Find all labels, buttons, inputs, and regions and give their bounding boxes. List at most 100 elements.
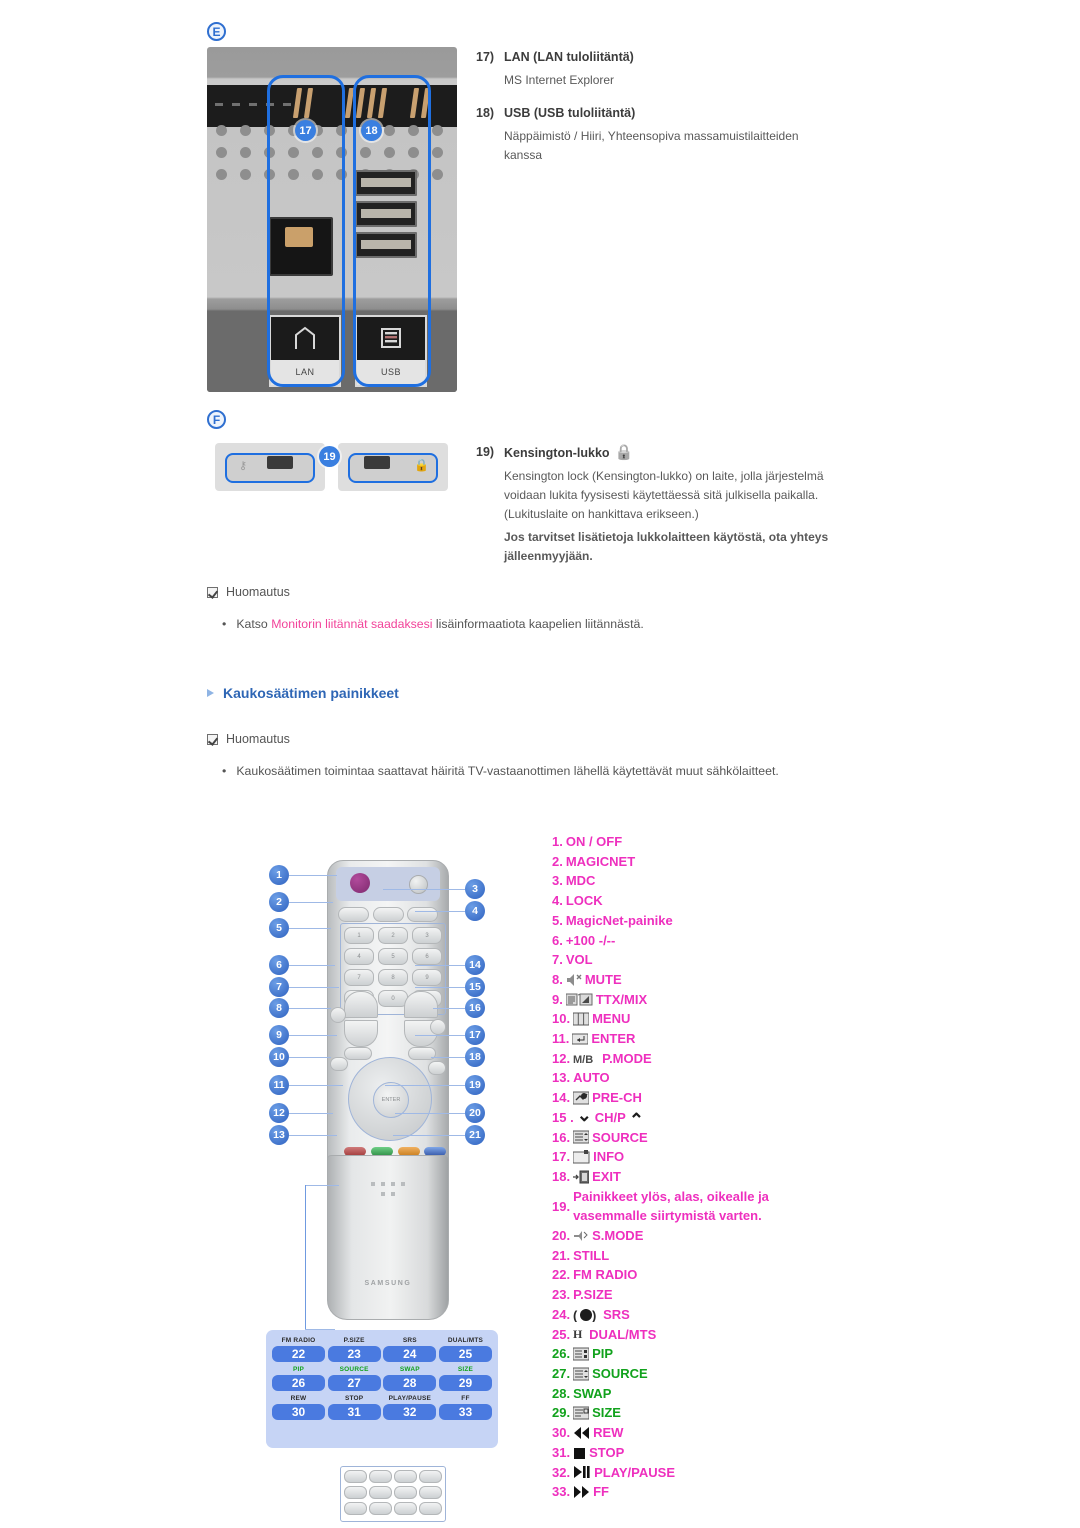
srs-icon: () — [573, 1308, 600, 1322]
source-icon — [573, 1130, 590, 1144]
play-pause-icon — [573, 1465, 591, 1479]
list-item-number: 9. — [552, 991, 563, 1007]
remote-button-list-item: 8. MUTE — [552, 970, 882, 990]
item-title: Kensington-lukko 🔒 — [504, 445, 633, 460]
lan-usb-photo: LAN USB — [207, 47, 457, 392]
list-item-label: MUTE — [584, 971, 622, 987]
remote-callout-1: 1 — [269, 865, 289, 885]
remote-button-list-item: 13. AUTO — [552, 1068, 882, 1088]
list-item-label: CH/P — [594, 1109, 626, 1125]
remote-button-list-item: 18. EXIT — [552, 1167, 882, 1187]
list-item-label: +100 -/-- — [565, 932, 616, 948]
rewind-icon — [573, 1426, 590, 1440]
list-item-number: 26. — [552, 1346, 571, 1362]
menu-icon — [573, 1012, 590, 1026]
legend-number: 25 — [438, 1346, 492, 1362]
remote-button-list-item: 15 . ⌄ CH/P ⌃ — [552, 1104, 644, 1130]
item-number: 18) — [476, 106, 495, 120]
padlock-small-icon-right: 🔒 — [414, 458, 429, 472]
photo-pins-mid — [344, 88, 388, 118]
remote-rockers — [344, 991, 438, 1047]
remote-button-list-item: 7. VOL — [552, 950, 882, 970]
remote-button-list-item: 24.() SRS — [552, 1305, 882, 1325]
remote-button-list-item: 14. PRE-CH — [552, 1088, 882, 1108]
list-item-number: 15 . — [552, 1109, 574, 1125]
remote-callout-6: 6 — [269, 955, 289, 975]
usb-ports — [355, 170, 417, 263]
legend-cell: SWAP 28 — [383, 1366, 437, 1391]
legend-cell: SOURCE 27 — [327, 1366, 381, 1391]
enter-icon — [572, 1032, 589, 1046]
leader-line — [415, 1035, 465, 1036]
list-item-number: 23. — [552, 1287, 571, 1303]
list-item-label: SIZE — [592, 1405, 621, 1421]
list-item-label: STILL — [573, 1247, 610, 1263]
pmode-button — [330, 1057, 348, 1071]
svg-text:H: H — [573, 1327, 583, 1341]
list-item-number: 20. — [552, 1228, 571, 1244]
lock-button — [407, 907, 438, 922]
remote-button-list-item: 3. MDC — [552, 871, 882, 891]
off-button — [409, 875, 428, 894]
list-item-label: MagicNet-painike — [565, 912, 673, 928]
list-item-label: REW — [593, 1425, 624, 1441]
list-item-label: PIP — [592, 1346, 614, 1362]
list-item-number: 7. — [552, 952, 563, 968]
kensington-slot-left — [267, 456, 293, 469]
remote-upper-body: 123 456 789 0 ENTER — [327, 860, 449, 1190]
mute-icon — [566, 973, 582, 987]
vol-down-button — [344, 1020, 378, 1047]
legend-number: 28 — [383, 1375, 437, 1391]
remote-callout-17: 17 — [465, 1025, 485, 1045]
kensington-plate-right: 🔒 — [338, 443, 448, 491]
list-item-label: PLAY/PAUSE — [594, 1464, 675, 1480]
remote-button-list-item: 23. P.SIZE — [552, 1285, 882, 1305]
power-button — [350, 873, 370, 893]
list-item-number: 30. — [552, 1425, 571, 1441]
remote-speaker-dots — [368, 1182, 408, 1196]
size-icon — [573, 1406, 590, 1420]
teletext-mix-icon — [565, 992, 593, 1007]
remote-button-list-item: 20. S.MODE — [552, 1226, 882, 1246]
item-description-bold: Jos tarvitset lisätietoja lukkolaitteen … — [504, 530, 829, 563]
legend-number: 31 — [327, 1404, 381, 1420]
exit-icon — [573, 1170, 590, 1184]
kensington-plate-left: ⚷ — [215, 443, 325, 491]
remote-button-list-item: 6. +100 -/-- — [552, 931, 882, 951]
checkbox-icon — [207, 733, 218, 745]
list-item-number: 22. — [552, 1267, 571, 1283]
prech-icon — [573, 1091, 590, 1105]
list-item-number: 8. — [552, 971, 563, 987]
remote-button-list-item: 28. SWAP — [552, 1384, 882, 1404]
magicnet-button — [338, 907, 369, 922]
legend-number: 32 — [383, 1404, 437, 1420]
legend-number: 24 — [383, 1346, 437, 1362]
list-item-number: 29. — [552, 1405, 571, 1421]
legend-number: 33 — [438, 1404, 492, 1420]
leader-line — [289, 1035, 337, 1036]
remote-button-list-item: 30. REW — [552, 1423, 882, 1443]
remote-button-list-item: 2. MAGICNET — [552, 852, 882, 872]
list-item-number: 33. — [552, 1484, 571, 1500]
callout-17: 17 — [295, 120, 316, 141]
bullet-dot: • — [222, 764, 227, 778]
mute-button — [330, 1007, 346, 1023]
mb-icon: M/B — [573, 1052, 599, 1066]
list-item-number: 12. — [552, 1050, 571, 1066]
remote-callout-3: 3 — [465, 879, 485, 899]
monitor-connections-link[interactable]: Monitorin liitännät saadaksesi — [271, 617, 432, 631]
leader-line — [289, 1135, 337, 1136]
usb-socket-icon — [376, 317, 406, 360]
section-f: F ⚷ 🔒 19 — [207, 410, 467, 497]
usb-caption: USB — [357, 359, 425, 385]
photo-pins-right — [409, 88, 431, 118]
legend-number: 22 — [272, 1346, 325, 1362]
remote-button-list-item: 12. M/B P.MODE — [552, 1049, 882, 1069]
list-item-number: 19. — [552, 1198, 571, 1214]
note-block-1: Huomautus • Katso Monitorin liitännät sa… — [207, 585, 644, 631]
fast-forward-icon — [573, 1485, 590, 1499]
list-item-number: 10. — [552, 1011, 571, 1027]
legend-cell: FF 33 — [438, 1395, 492, 1420]
leader-line — [433, 1008, 465, 1009]
legend-number: 29 — [438, 1375, 492, 1391]
